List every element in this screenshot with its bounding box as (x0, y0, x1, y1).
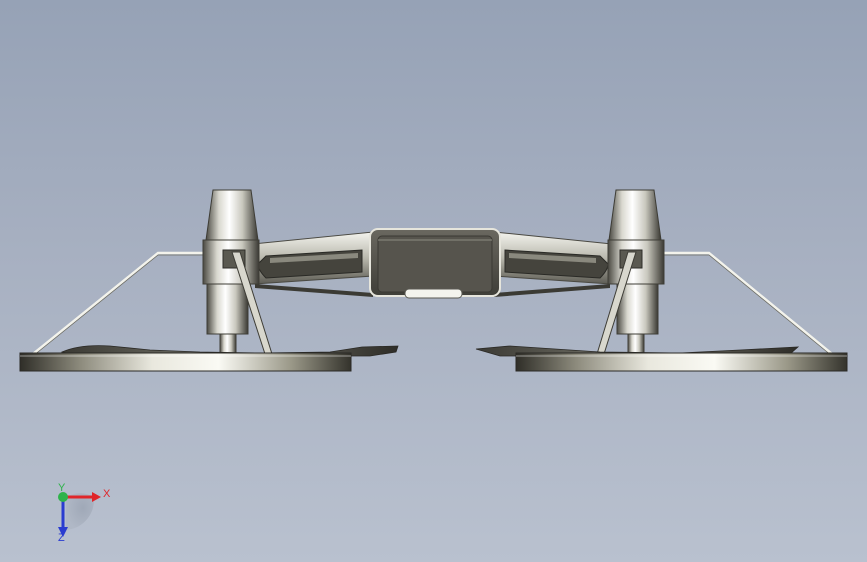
left-wheel-disc[interactable] (19, 352, 352, 372)
right-wire-support[interactable] (660, 251, 833, 357)
right-arm[interactable] (493, 231, 613, 297)
center-body[interactable] (369, 228, 501, 299)
cad-viewport[interactable]: X Y Z (0, 0, 867, 562)
left-motor-pod[interactable] (202, 189, 260, 355)
left-wire-support[interactable] (32, 251, 206, 357)
left-arm[interactable] (252, 231, 374, 297)
orientation-triad[interactable]: X Y Z (58, 482, 111, 544)
right-motor-pod[interactable] (607, 189, 665, 355)
right-wheel-disc[interactable] (515, 352, 848, 372)
triad-z-label: Z (58, 532, 65, 544)
triad-y-label: Y (58, 482, 66, 494)
triad-x-label: X (103, 488, 111, 500)
x-axis-arrowhead (92, 492, 101, 502)
